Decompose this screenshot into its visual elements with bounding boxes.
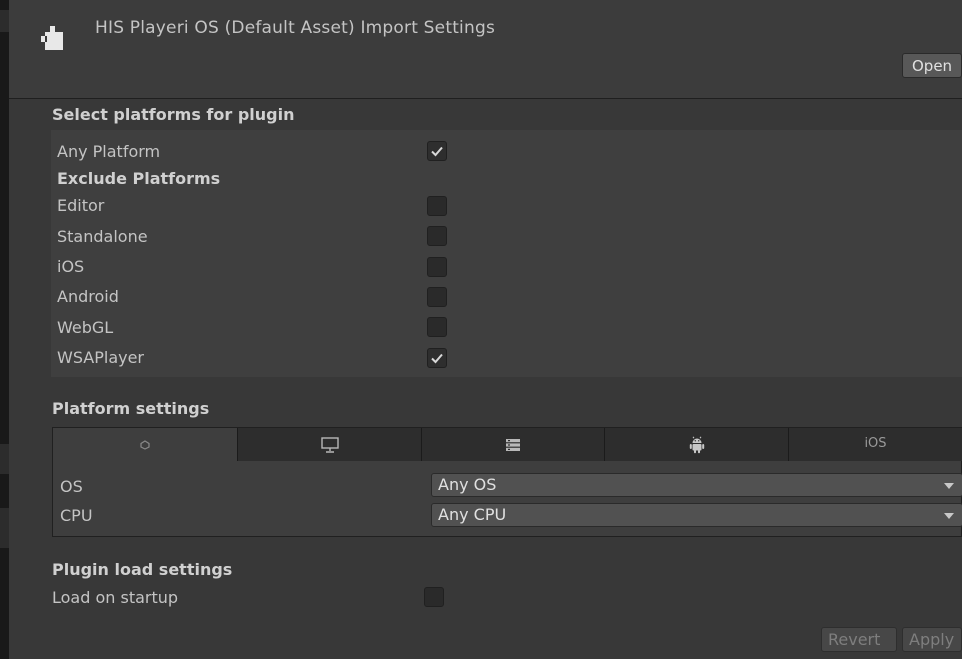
- dropdown-arrow-icon: [944, 483, 954, 489]
- select-platforms-title: Select platforms for plugin: [52, 105, 295, 124]
- platform-checkbox-android[interactable]: [427, 287, 447, 307]
- platform-checkbox-ios[interactable]: [427, 257, 447, 277]
- os-dropdown[interactable]: Any OS: [431, 473, 962, 497]
- platform-label-webgl: WebGL: [57, 318, 114, 337]
- platform-label-standalone: Standalone: [57, 227, 148, 246]
- page-title: HIS Playeri OS (Default Asset) Import Se…: [95, 18, 496, 38]
- cpu-label: CPU: [60, 506, 93, 525]
- platform-list: Any Platform Exclude Platforms Editor St…: [51, 130, 962, 377]
- tab-android[interactable]: [604, 428, 788, 462]
- tab-dedicated-server[interactable]: [421, 428, 604, 462]
- platform-label-ios: iOS: [57, 257, 85, 276]
- load-on-startup-label: Load on startup: [52, 588, 179, 607]
- exclude-platforms-title: Exclude Platforms: [57, 169, 221, 188]
- apply-button[interactable]: Apply: [902, 627, 962, 652]
- plugin-asset-icon: [41, 26, 63, 50]
- platform-settings-title: Platform settings: [52, 399, 210, 418]
- load-on-startup-checkbox[interactable]: [424, 587, 444, 607]
- checkmark-icon: [431, 146, 443, 157]
- tab-ios[interactable]: iOS: [788, 428, 962, 462]
- platform-label-editor: Editor: [57, 196, 105, 215]
- inspector-panel: HIS Playeri OS (Default Asset) Import Se…: [9, 0, 962, 659]
- platform-checkbox-webgl[interactable]: [427, 317, 447, 337]
- checkmark-icon: [431, 353, 443, 364]
- dropdown-arrow-icon: [944, 513, 954, 519]
- platform-label-android: Android: [57, 287, 119, 306]
- plugin-load-title: Plugin load settings: [52, 560, 233, 579]
- tab-standalone[interactable]: [237, 428, 421, 462]
- os-dropdown-value: Any OS: [438, 475, 497, 494]
- android-icon: [689, 436, 704, 454]
- inspector-header: HIS Playeri OS (Default Asset) Import Se…: [9, 0, 962, 99]
- tab-ios-label: iOS: [864, 436, 887, 451]
- any-platform-label: Any Platform: [57, 142, 161, 161]
- cpu-dropdown-value: Any CPU: [438, 505, 507, 524]
- platform-settings-body: OS Any OS CPU Any CPU: [52, 461, 962, 537]
- cpu-dropdown[interactable]: Any CPU: [431, 503, 962, 527]
- platform-tabs: iOS: [52, 427, 962, 462]
- left-panel-edge: [0, 0, 9, 659]
- server-icon: [506, 439, 520, 451]
- os-label: OS: [60, 477, 83, 496]
- platform-checkbox-editor[interactable]: [427, 196, 447, 216]
- monitor-icon: [320, 437, 339, 453]
- platform-checkbox-wsaplayer[interactable]: [427, 348, 447, 368]
- any-platform-checkbox[interactable]: [427, 141, 447, 161]
- tab-default[interactable]: [52, 428, 237, 462]
- platform-checkbox-standalone[interactable]: [427, 226, 447, 246]
- revert-button[interactable]: Revert: [821, 627, 897, 652]
- unity-icon: [140, 440, 150, 450]
- open-button[interactable]: Open: [902, 53, 962, 78]
- platform-label-wsaplayer: WSAPlayer: [57, 348, 145, 367]
